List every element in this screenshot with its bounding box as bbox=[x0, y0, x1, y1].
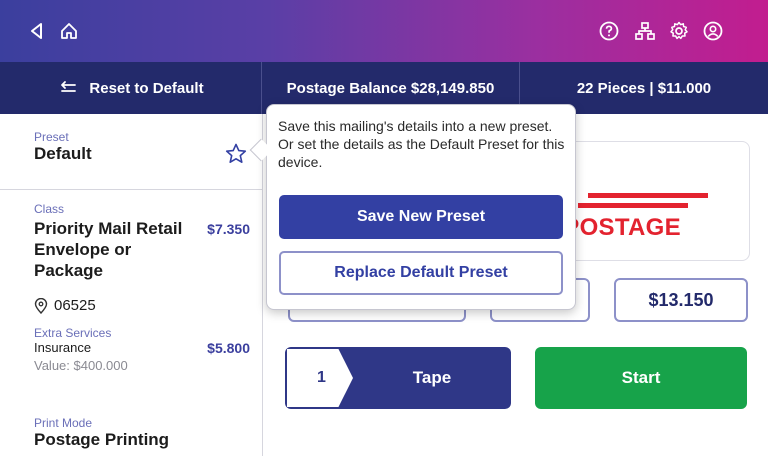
postage-logo-stripe bbox=[578, 203, 688, 208]
preset-popover: Save this mailing's details into a new p… bbox=[266, 104, 576, 310]
print-mode-value: Postage Printing bbox=[34, 430, 170, 449]
postage-amount: $13.150 bbox=[648, 289, 714, 310]
preset-section[interactable]: Preset Default bbox=[0, 114, 262, 190]
class-label: Class bbox=[34, 202, 65, 216]
pieces-summary-text: 22 Pieces | $11.000 bbox=[576, 79, 712, 97]
extra-services: Extra Services Insurance $5.800 Value: $… bbox=[34, 326, 250, 373]
print-mode-label: Print Mode bbox=[34, 416, 93, 430]
back-icon[interactable] bbox=[24, 18, 50, 44]
insurance-value: Value: $400.000 bbox=[34, 358, 128, 373]
replace-default-preset-label: Replace Default Preset bbox=[334, 264, 508, 281]
extra-services-label: Extra Services bbox=[34, 326, 112, 340]
settings-icon[interactable] bbox=[666, 18, 692, 44]
start-button[interactable]: Start bbox=[535, 347, 747, 409]
print-mode-section[interactable]: Print Mode Postage Printing bbox=[0, 404, 262, 450]
preset-label: Preset bbox=[34, 130, 69, 144]
star-icon[interactable] bbox=[224, 142, 248, 166]
postage-balance-text: Postage Balance $28,149.850 bbox=[286, 79, 495, 97]
class-name: Priority Mail Retail Envelope or Package bbox=[34, 219, 183, 280]
extra-service-price: $5.800 bbox=[207, 340, 250, 356]
tape-count[interactable]: 1 bbox=[287, 349, 353, 407]
account-icon[interactable] bbox=[700, 18, 726, 44]
location-pin-icon bbox=[34, 297, 48, 314]
reset-to-default-button[interactable]: Reset to Default bbox=[0, 62, 262, 114]
preset-value: Default bbox=[34, 144, 92, 163]
replace-default-preset-button[interactable]: Replace Default Preset bbox=[279, 251, 563, 295]
help-icon[interactable] bbox=[596, 18, 622, 44]
postage-logo-stripe bbox=[588, 193, 708, 198]
zip-code-text: 06525 bbox=[54, 297, 96, 314]
reset-icon bbox=[57, 80, 77, 96]
network-icon[interactable] bbox=[632, 18, 658, 44]
extra-service-name: Insurance bbox=[34, 340, 92, 355]
top-status-bar bbox=[0, 0, 768, 62]
tape-label: Tape bbox=[412, 368, 452, 387]
class-price: $7.350 bbox=[207, 221, 250, 237]
home-icon[interactable] bbox=[56, 18, 82, 44]
start-label: Start bbox=[621, 368, 661, 387]
reset-label: Reset to Default bbox=[89, 79, 204, 97]
tape-button[interactable]: 1 Tape bbox=[285, 347, 511, 409]
mailing-details-panel: Preset Default Class Priority Mail Retai… bbox=[0, 114, 263, 456]
zip-code: 06525 bbox=[34, 297, 250, 314]
save-new-preset-label: Save New Preset bbox=[356, 208, 486, 225]
postage-amount-field[interactable]: $13.150 bbox=[614, 278, 748, 322]
save-new-preset-button[interactable]: Save New Preset bbox=[279, 195, 563, 239]
popover-message: Save this mailing's details into a new p… bbox=[278, 118, 565, 170]
